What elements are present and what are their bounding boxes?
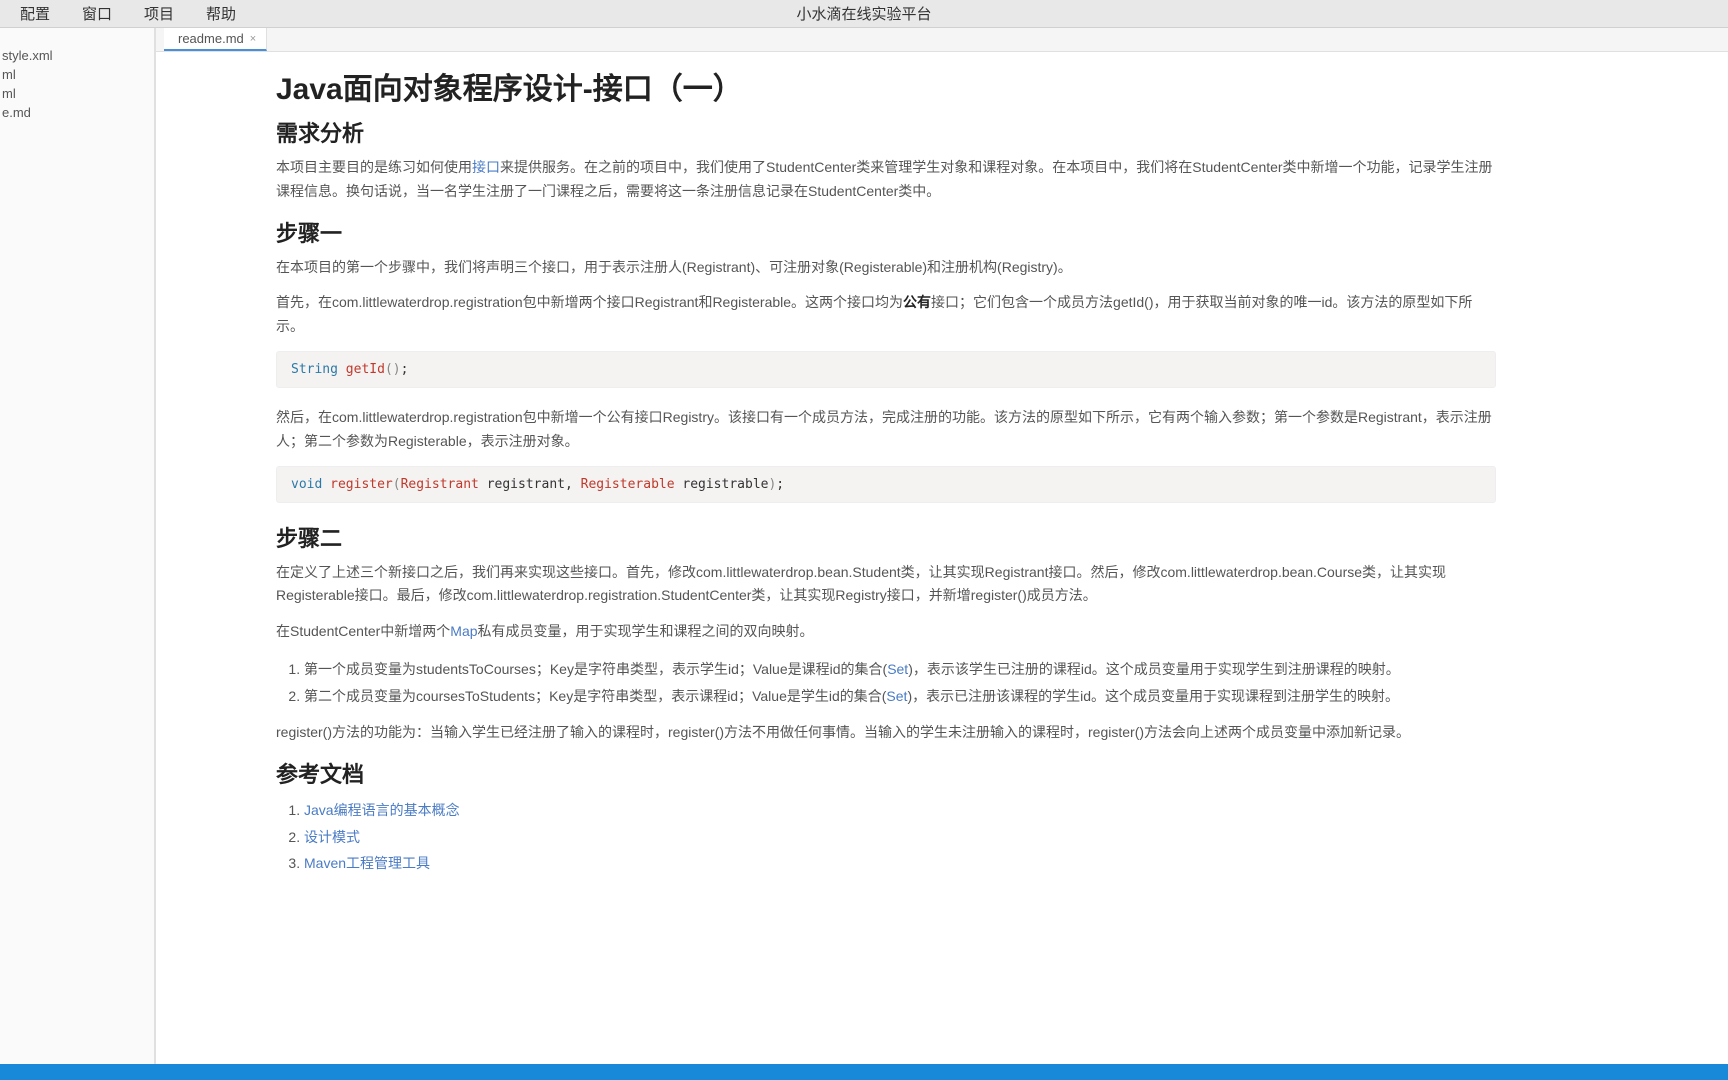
menu-project[interactable]: 项目 [128,0,190,28]
menu-help[interactable]: 帮助 [190,0,252,28]
menu-left: 配置 窗口 项目 帮助 [0,0,252,28]
list-item: 第二个成员变量为coursesToStudents；Key是字符串类型，表示课程… [304,683,1496,710]
menu-window[interactable]: 窗口 [66,0,128,28]
link-set[interactable]: Set [886,688,907,704]
ordered-list: 第一个成员变量为studentsToCourses；Key是字符串类型，表示学生… [304,656,1496,709]
heading-references: 参考文档 [276,757,1496,789]
tab-readme[interactable]: readme.md × [164,28,267,51]
paragraph: register()方法的功能为：当输入学生已经注册了输入的课程时，regist… [276,721,1496,745]
main-area: readme.md × Java面向对象程序设计-接口（一） 需求分析 本项目主… [156,28,1728,1064]
paragraph: 在定义了上述三个新接口之后，我们再来实现这些接口。首先，修改com.little… [276,561,1496,609]
status-bar [0,1064,1728,1080]
code-token: registrant [479,477,565,492]
tabbar: readme.md × [156,28,1728,52]
link-map[interactable]: Map [450,623,477,639]
tab-label: readme.md [178,31,244,46]
code-token: ( [393,477,401,492]
text: 第一个成员变量为studentsToCourses；Key是字符串类型，表示学生… [304,661,887,677]
code-token: ( [385,362,393,377]
list-item: 第一个成员变量为studentsToCourses；Key是字符串类型，表示学生… [304,656,1496,683]
paragraph: 然后，在com.littlewaterdrop.registration包中新增… [276,406,1496,454]
code-token: void [291,477,322,492]
reference-link[interactable]: 设计模式 [304,829,360,845]
paragraph: 首先，在com.littlewaterdrop.registration包中新增… [276,291,1496,339]
paragraph: 在StudentCenter中新增两个Map私有成员变量，用于实现学生和课程之间… [276,620,1496,644]
code-token: register [330,477,393,492]
text-bold: 公有 [903,294,931,310]
text: 私有成员变量，用于实现学生和课程之间的双向映射。 [478,623,814,639]
list-item: Maven工程管理工具 [304,850,1496,877]
list-item: 设计模式 [304,824,1496,851]
text: )，表示该学生已注册的课程id。这个成员变量用于实现学生到注册课程的映射。 [908,661,1400,677]
text: 第二个成员变量为coursesToStudents；Key是字符串类型，表示课程… [304,688,886,704]
file-item[interactable]: ml [2,65,154,84]
close-icon[interactable]: × [250,33,256,45]
file-sidebar: style.xml ml ml e.md [0,28,156,1064]
heading-step2: 步骤二 [276,521,1496,553]
link-set[interactable]: Set [887,661,908,677]
code-token: Registerable [581,477,675,492]
code-token: registrable [675,477,769,492]
text: 在StudentCenter中新增两个 [276,623,450,639]
menubar: 配置 窗口 项目 帮助 小水滴在线实验平台 [0,0,1728,28]
heading-step1: 步骤一 [276,216,1496,248]
list-item: Java编程语言的基本概念 [304,797,1496,824]
code-token: ; [776,477,784,492]
code-token: ; [401,362,409,377]
file-item[interactable]: ml [2,84,154,103]
layout: style.xml ml ml e.md readme.md × Java面向对… [0,28,1728,1064]
code-token: Registrant [401,477,479,492]
text: 首先，在com.littlewaterdrop.registration包中新增… [276,294,903,310]
heading-requirements: 需求分析 [276,116,1496,148]
code-token: ) [393,362,401,377]
reference-list: Java编程语言的基本概念 设计模式 Maven工程管理工具 [304,797,1496,877]
code-block: String getId(); [276,351,1496,388]
code-token: getId [346,362,385,377]
app-title: 小水滴在线实验平台 [796,3,931,24]
link-interface[interactable]: 接口 [472,159,500,175]
text: 本项目主要目的是练习如何使用 [276,159,472,175]
paragraph: 在本项目的第一个步骤中，我们将声明三个接口，用于表示注册人(Registrant… [276,256,1496,280]
text: )，表示已注册该课程的学生id。这个成员变量用于实现课程到注册学生的映射。 [907,688,1399,704]
reference-link[interactable]: Maven工程管理工具 [304,855,430,871]
file-item[interactable]: e.md [2,103,154,122]
reference-link[interactable]: Java编程语言的基本概念 [304,802,460,818]
code-block: void register(Registrant registrant, Reg… [276,466,1496,503]
document-content: Java面向对象程序设计-接口（一） 需求分析 本项目主要目的是练习如何使用接口… [156,52,1536,909]
file-item[interactable]: style.xml [2,46,154,65]
page-title: Java面向对象程序设计-接口（一） [276,64,1496,108]
code-token: String [291,362,338,377]
menu-config[interactable]: 配置 [4,0,66,28]
paragraph: 本项目主要目的是练习如何使用接口来提供服务。在之前的项目中，我们使用了Stude… [276,156,1496,204]
code-token: , [565,477,581,492]
